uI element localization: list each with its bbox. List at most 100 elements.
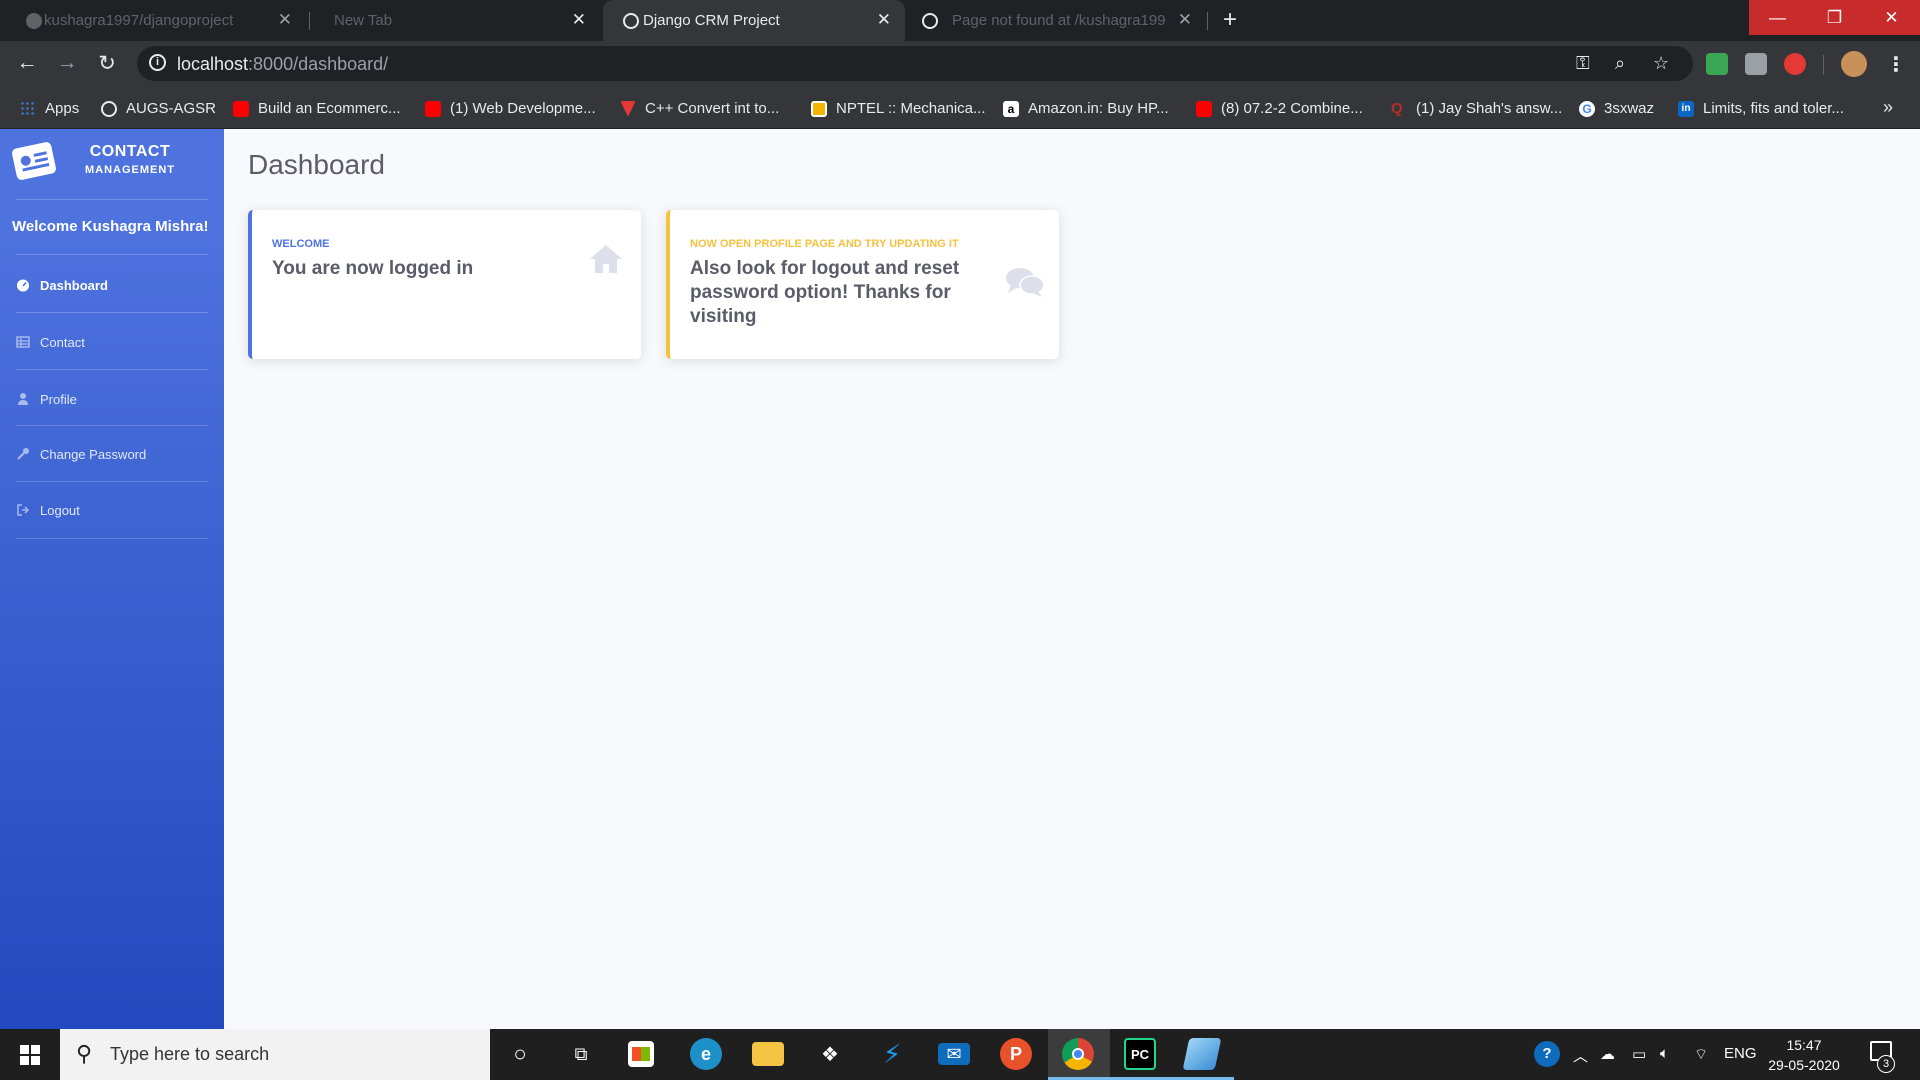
browser-tab-strip: kushagra1997/djangoproject ✕ New Tab ✕ D… [0,0,1920,41]
sidebar-item-profile[interactable]: Profile [16,379,208,419]
bookmark-label: (8) 07.2-2 Combine... [1221,100,1363,117]
youtube-icon [233,100,249,117]
bookmark-quora[interactable]: Q (1) Jay Shah's answ... [1391,88,1562,129]
key-icon[interactable]: ⚿ [1576,53,1590,74]
window-close-button[interactable]: ✕ [1863,0,1920,35]
mail-icon[interactable]: ✉ [938,1043,970,1065]
site-info-icon[interactable]: i [149,54,166,71]
extension-mail-icon[interactable] [1706,53,1728,75]
close-icon[interactable]: ✕ [877,10,891,30]
bookmark-label: Build an Ecommerc... [258,100,401,117]
geeks-icon [620,100,636,117]
close-icon[interactable]: ✕ [278,10,292,30]
address-bar[interactable]: i localhost:8000/dashboard/ ⚿ ⌕ ☆ [137,46,1693,81]
tab-page-not-found[interactable]: Page not found at /kushagra199 ✕ [908,0,1206,41]
card-text: Also look for logout and reset password … [690,258,960,327]
bookmark-label: Apps [45,100,80,117]
globe-icon [922,13,938,29]
restore-button[interactable]: ❐ [1806,0,1863,35]
bookmark-apps[interactable]: Apps [20,88,79,129]
address-text[interactable]: localhost:8000/dashboard/ [177,54,388,75]
postman-icon[interactable]: P [1000,1038,1032,1070]
sidebar-brand[interactable]: CONTACT MANAGEMENT [0,129,224,199]
language-indicator[interactable]: ENG [1724,1045,1757,1062]
extension-keyboard-icon[interactable] [1745,53,1767,75]
tab-new-tab[interactable]: New Tab ✕ [310,0,600,41]
zoom-icon[interactable]: ⌕ [1615,53,1625,74]
bookmark-nptel[interactable]: NPTEL :: Mechanica... [811,88,986,129]
notification-count-badge: 3 [1877,1055,1895,1073]
bookmark-limits-fits[interactable]: in Limits, fits and toler... [1678,88,1844,129]
bookmarks-overflow-icon[interactable]: » [1883,97,1893,118]
clock-date: 29-05-2020 [1768,1057,1840,1073]
google-icon: G [1579,100,1595,117]
sidebar-divider [16,425,208,426]
forward-arrow-icon[interactable]: → [54,51,80,75]
windows-start-icon[interactable] [20,1045,40,1065]
sidebar-item-logout[interactable]: Logout [16,490,208,530]
home-icon [590,245,622,273]
back-arrow-icon[interactable]: ← [14,51,40,75]
address-card-icon [11,141,57,181]
wifi-icon[interactable]: ⌔ [1694,1045,1708,1064]
bookmark-cpp-convert[interactable]: C++ Convert int to... [620,88,779,129]
close-icon[interactable]: ✕ [572,10,586,30]
onedrive-icon[interactable]: ☁ [1600,1045,1615,1063]
taskbar-search-box[interactable]: ⚲ Type here to search [60,1029,490,1080]
sidebar-item-dashboard[interactable]: Dashboard [16,265,208,305]
battery-icon[interactable]: ▭ [1632,1045,1646,1063]
welcome-text: Welcome Kushagra Mishra! [12,218,209,235]
help-icon[interactable]: ? [1534,1041,1560,1067]
tab-title: Page not found at /kushagra199 [952,12,1166,29]
bookmark-combine[interactable]: (8) 07.2-2 Combine... [1196,88,1363,129]
sidebar-divider [16,481,208,482]
bookmark-3sxwaz[interactable]: G 3sxwaz [1579,88,1654,129]
minimize-button[interactable]: — [1749,0,1806,35]
volume-icon[interactable]: 🔈︎ [1660,1045,1669,1062]
key-icon [17,448,29,460]
profile-avatar[interactable] [1841,51,1867,77]
star-icon[interactable]: ☆ [1653,53,1669,74]
store-icon[interactable] [628,1041,654,1067]
notepad-icon[interactable] [1182,1038,1222,1070]
bookmark-web-development[interactable]: (1) Web Developme... [425,88,596,129]
sidebar-item-contact[interactable]: Contact [16,322,208,362]
edge-icon[interactable]: e [690,1038,722,1070]
taskbar-clock[interactable]: 15:47 29-05-2020 [1756,1035,1852,1075]
bookmark-label: (1) Jay Shah's answ... [1416,100,1563,117]
tab-separator [1207,12,1208,30]
visual-studio-icon[interactable]: ⚡ [876,1038,908,1070]
sidebar-item-label: Change Password [40,446,147,462]
toolbar-separator [1823,55,1824,75]
chrome-icon[interactable] [1062,1038,1094,1070]
task-view-icon[interactable]: ⧉ [565,1038,597,1070]
chrome-menu-icon[interactable]: ⋮ [1886,52,1906,77]
tab-django-crm[interactable]: Django CRM Project ✕ [603,0,905,41]
bookmark-label: (1) Web Developme... [450,100,596,117]
apps-grid-icon [20,100,36,117]
file-explorer-icon[interactable] [752,1042,784,1066]
close-icon[interactable]: ✕ [1178,10,1192,30]
extension-adblock-icon[interactable] [1784,53,1806,75]
amazon-icon: a [1003,100,1019,117]
tab-github[interactable]: kushagra1997/djangoproject ✕ [16,0,306,41]
pycharm-icon[interactable]: PC [1124,1038,1156,1070]
bookmark-build-ecommerce[interactable]: Build an Ecommerc... [233,88,401,129]
show-hidden-icons-icon[interactable]: ︿ [1573,1045,1588,1066]
sidebar-divider [16,199,208,200]
cortana-icon[interactable]: ○ [504,1038,536,1070]
browser-toolbar: ← → ↻ i localhost:8000/dashboard/ ⚿ ⌕ ☆ … [0,41,1920,88]
card-kicker: WELCOME [272,238,330,250]
new-tab-button[interactable]: + [1223,6,1237,34]
bookmark-amazon[interactable]: a Amazon.in: Buy HP... [1003,88,1169,129]
dropbox-icon[interactable]: ❖ [814,1038,846,1070]
sidebar-item-label: Profile [40,391,77,407]
sidebar-item-change-password[interactable]: Change Password [16,434,208,474]
user-icon [18,393,28,405]
reload-icon[interactable]: ↻ [94,51,120,76]
card-kicker: NOW OPEN PROFILE PAGE AND TRY UPDATING I… [690,238,959,250]
globe-icon [101,100,117,117]
bookmark-augs-agsr[interactable]: AUGS-AGSR [101,88,216,129]
tab-title: kushagra1997/djangoproject [44,12,234,29]
brand-title: CONTACT [89,143,171,160]
